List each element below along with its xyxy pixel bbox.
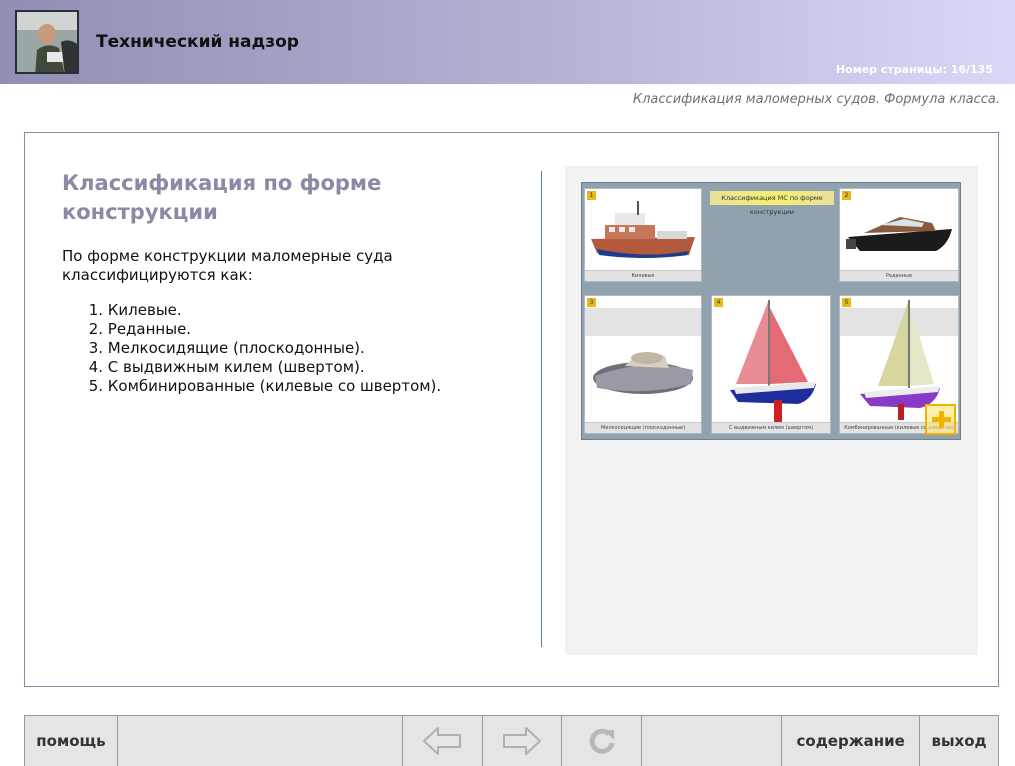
footer-spacer [118, 716, 403, 766]
tile-flat-boat: 3 Мелкосидящие (плоскодонные) [584, 295, 702, 434]
zoom-plus-icon[interactable] [925, 404, 956, 435]
tile-keel-boat: 1 Килевые [584, 188, 702, 282]
tile-badge: 2 [842, 191, 851, 200]
exit-button[interactable]: выход [920, 716, 998, 766]
flat-boat-image [593, 352, 693, 394]
intro-text: По форме конструкции маломерные суда кла… [62, 247, 393, 284]
navigation-bar: помощь содержание выход [24, 715, 999, 766]
section-title: Классификация маломерных судов. Формула … [632, 92, 1000, 107]
tile-caption: Реданные [840, 270, 958, 281]
app-header: Технический надзор Номер страницы: 16/13… [0, 0, 1015, 84]
column-divider [541, 171, 542, 647]
classification-list: 1. Килевые. 2. Реданные. 3. Мелкосидящие… [81, 301, 442, 396]
list-item: 3. Мелкосидящие (плоскодонные). [88, 339, 365, 357]
app-title: Технический надзор [96, 32, 299, 52]
illustration-panel: Классификация МС по форме конструкции 1 … [565, 166, 978, 655]
content-frame: Классификация по форме конструкции По фо… [24, 132, 999, 687]
tile-planing-boat: 2 Реданные [839, 188, 959, 282]
tile-caption: Мелкосидящие (плоскодонные) [585, 422, 701, 433]
reload-button[interactable] [562, 716, 643, 766]
boat-classification-figure[interactable]: Классификация МС по форме конструкции 1 … [581, 182, 961, 440]
arrow-right-icon [502, 727, 541, 755]
tile-badge: 4 [714, 298, 723, 307]
refresh-icon [589, 728, 615, 754]
tile-caption: С выдвижным килем (швертом) [712, 422, 830, 433]
tile-caption: Килевые [585, 270, 701, 281]
centerboard-boat-image [730, 300, 816, 422]
list-item: 1. Килевые. [88, 301, 182, 319]
contents-button[interactable]: содержание [782, 716, 921, 766]
page-heading: Классификация по форме конструкции [62, 171, 382, 224]
tile-centerboard-boat: 4 С выдвижным килем (швертом) [711, 295, 831, 434]
figure-title: Классификация МС по форме конструкции [710, 191, 834, 216]
list-item: 2. Реданные. [88, 320, 192, 338]
keel-boat-image [591, 201, 695, 258]
tile-badge: 1 [587, 191, 596, 200]
page-number: Номер страницы: 16/135 [835, 63, 993, 76]
avatar [15, 10, 79, 74]
arrow-left-icon [423, 727, 462, 755]
back-button[interactable] [403, 716, 483, 766]
list-item: 4. С выдвижным килем (швертом). [88, 358, 365, 376]
planing-boat-image [846, 217, 952, 251]
forward-button[interactable] [483, 716, 563, 766]
footer-spacer [642, 716, 783, 766]
help-button[interactable]: помощь [25, 716, 118, 766]
list-item: 5. Комбинированные (килевые со швертом). [88, 377, 442, 395]
